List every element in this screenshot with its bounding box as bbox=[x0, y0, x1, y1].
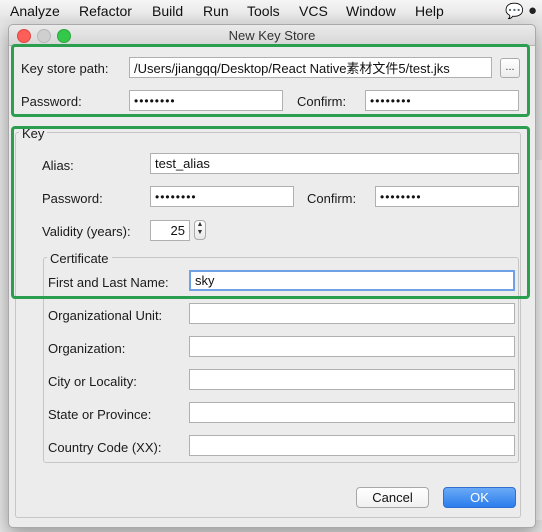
city-field[interactable] bbox=[189, 369, 515, 390]
menu-refactor[interactable]: Refactor bbox=[79, 3, 132, 19]
wechat-icon[interactable]: 💬 bbox=[505, 2, 524, 20]
menu-tools[interactable]: Tools bbox=[247, 3, 280, 19]
dialog-title: New Key Store bbox=[228, 28, 316, 43]
organization-field[interactable] bbox=[189, 336, 515, 357]
menu-vcs[interactable]: VCS bbox=[299, 3, 328, 19]
keystore-highlight-box bbox=[11, 44, 530, 117]
country-code-field[interactable] bbox=[189, 435, 515, 456]
menu-bar: Analyze Refactor Build Run Tools VCS Win… bbox=[0, 0, 542, 23]
org-unit-field[interactable] bbox=[189, 303, 515, 324]
menu-help[interactable]: Help bbox=[415, 3, 444, 19]
organization-label: Organization: bbox=[48, 341, 126, 356]
dialog-titlebar: New Key Store bbox=[9, 25, 535, 46]
state-label: State or Province: bbox=[48, 407, 152, 422]
state-field[interactable] bbox=[189, 402, 515, 423]
menu-run[interactable]: Run bbox=[203, 3, 229, 19]
city-label: City or Locality: bbox=[48, 374, 137, 389]
status-icon[interactable]: ● bbox=[528, 2, 537, 19]
org-unit-label: Organizational Unit: bbox=[48, 308, 163, 323]
ok-button[interactable]: OK bbox=[443, 487, 516, 508]
country-code-label: Country Code (XX): bbox=[48, 440, 162, 455]
menu-analyze[interactable]: Analyze bbox=[10, 3, 60, 19]
menu-build[interactable]: Build bbox=[152, 3, 183, 19]
key-highlight-box bbox=[11, 126, 530, 299]
cancel-button[interactable]: Cancel bbox=[356, 487, 429, 508]
menu-window[interactable]: Window bbox=[346, 3, 396, 19]
